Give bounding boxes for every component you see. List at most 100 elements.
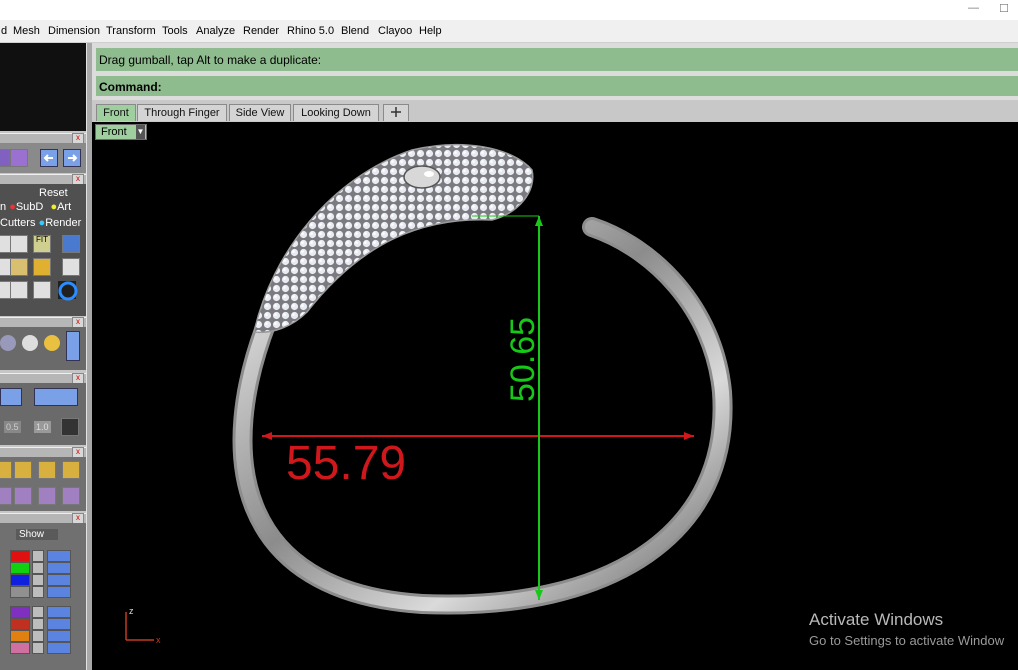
tool-button[interactable] — [62, 487, 80, 505]
layer-row[interactable] — [0, 618, 86, 630]
tool-button[interactable] — [38, 461, 56, 479]
menu-item-tools[interactable]: Tools — [162, 25, 188, 37]
tab-through-finger[interactable]: Through Finger — [137, 104, 227, 121]
maximize-button[interactable]: ☐ — [999, 2, 1009, 15]
bangle-model[interactable] — [232, 143, 733, 615]
width-dimension-label: 55.79 — [286, 437, 406, 490]
panel-toggle-button[interactable] — [66, 331, 80, 361]
tab-front[interactable]: Front — [96, 104, 136, 121]
layer-color-swatch[interactable] — [10, 574, 30, 586]
layer-row[interactable] — [0, 630, 86, 642]
layer-visibility-toggle[interactable] — [47, 574, 71, 586]
layer-visibility-toggle[interactable] — [47, 562, 71, 574]
layer-visibility-toggle[interactable] — [47, 586, 71, 598]
layer-color-swatch[interactable] — [10, 642, 30, 654]
layer-row[interactable] — [0, 586, 86, 598]
menu-bar: d Mesh Dimension Transform Tools Analyze… — [0, 20, 1018, 43]
tool-button[interactable] — [14, 487, 32, 505]
tool-button[interactable] — [38, 487, 56, 505]
filter-cutters[interactable]: Cutters — [0, 217, 35, 229]
menu-item-analyze[interactable]: Analyze — [196, 25, 235, 37]
gem-tool-button[interactable] — [0, 388, 22, 406]
material-sphere-icon[interactable] — [44, 335, 60, 351]
grid-button[interactable] — [61, 418, 79, 436]
layer-color-swatch[interactable] — [10, 550, 30, 562]
layer-color-swatch[interactable] — [10, 630, 30, 642]
filter-render[interactable]: Render — [45, 217, 81, 229]
tool-button[interactable] — [10, 258, 28, 276]
lock-icon[interactable] — [32, 606, 44, 618]
command-input[interactable] — [168, 79, 1008, 93]
lock-icon[interactable] — [32, 642, 44, 654]
value-field-b[interactable]: 1.0 — [34, 421, 51, 433]
tool-button[interactable] — [0, 461, 12, 479]
menu-item-transform[interactable]: Transform — [106, 25, 156, 37]
transform-panel — [0, 457, 86, 511]
tool-button[interactable] — [33, 281, 51, 299]
arrow-right-button[interactable] — [63, 149, 81, 167]
tool-button[interactable] — [33, 258, 51, 276]
layer-visibility-toggle[interactable] — [47, 550, 71, 562]
circle-tool-button[interactable] — [58, 281, 78, 301]
tab-side-view[interactable]: Side View — [229, 104, 291, 121]
fit-label: FIT — [36, 235, 48, 244]
layer-tool-button[interactable] — [0, 149, 10, 167]
lock-icon[interactable] — [32, 630, 44, 642]
layer-color-swatch[interactable] — [10, 606, 30, 618]
add-tab-button[interactable] — [383, 104, 409, 121]
filter-art[interactable]: Art — [57, 201, 71, 213]
menu-item-blend[interactable]: Blend — [341, 25, 369, 37]
tool-button[interactable] — [14, 461, 32, 479]
value-field-a[interactable]: 0.5 — [4, 421, 21, 433]
arrow-left-button[interactable] — [40, 149, 58, 167]
tool-button[interactable] — [10, 281, 28, 299]
layer-visibility-toggle[interactable] — [47, 630, 71, 642]
material-sphere-icon[interactable] — [22, 335, 38, 351]
layer-row[interactable] — [0, 574, 86, 586]
menu-item-rhino[interactable]: Rhino 5.0 — [287, 25, 334, 37]
gem-tool-button[interactable] — [34, 388, 78, 406]
minimize-button[interactable]: — — [968, 2, 979, 14]
lock-icon[interactable] — [32, 550, 44, 562]
lock-icon[interactable] — [32, 562, 44, 574]
viewport-front[interactable]: Front ▼ 55.79 50.65 z x — [92, 122, 1018, 670]
layer-visibility-toggle[interactable] — [47, 642, 71, 654]
lock-icon[interactable] — [32, 574, 44, 586]
nav-button-row — [0, 143, 86, 173]
tool-button[interactable] — [62, 461, 80, 479]
tool-button[interactable] — [62, 235, 80, 253]
fit-button[interactable]: FIT — [33, 235, 51, 253]
layer-row[interactable] — [0, 550, 86, 562]
command-line[interactable]: Command: — [96, 76, 1018, 96]
layer-color-swatch[interactable] — [10, 562, 30, 574]
menu-item-mesh[interactable]: Mesh — [13, 25, 40, 37]
tool-button[interactable] — [10, 235, 28, 253]
reset-button[interactable]: Reset — [39, 187, 68, 199]
lock-icon[interactable] — [32, 586, 44, 598]
tab-looking-down[interactable]: Looking Down — [293, 104, 379, 121]
tool-button[interactable] — [62, 258, 80, 276]
model-canvas[interactable]: 55.79 50.65 z x — [92, 122, 1018, 670]
tool-button[interactable] — [0, 487, 12, 505]
show-button[interactable]: Show — [16, 529, 59, 540]
dimension-height[interactable]: 50.65 — [472, 215, 543, 600]
filter-n[interactable]: n — [0, 201, 6, 213]
layer-color-swatch[interactable] — [10, 618, 30, 630]
layer-row[interactable] — [0, 642, 86, 654]
menu-item-clayoo[interactable]: Clayoo — [378, 25, 412, 37]
layer-row[interactable] — [0, 562, 86, 574]
cylinder-tool-button[interactable] — [10, 149, 28, 167]
menu-item-dimension[interactable]: Dimension — [48, 25, 100, 37]
menu-item-help[interactable]: Help — [419, 25, 442, 37]
axis-x-label: x — [156, 635, 161, 645]
lock-icon[interactable] — [32, 618, 44, 630]
menu-item-d[interactable]: d — [1, 25, 7, 37]
layer-color-swatch[interactable] — [10, 586, 30, 598]
filter-subd[interactable]: SubD — [16, 201, 44, 213]
dimension-width[interactable]: 55.79 — [262, 432, 694, 490]
layer-row[interactable] — [0, 606, 86, 618]
material-sphere-icon[interactable] — [0, 335, 16, 351]
layer-visibility-toggle[interactable] — [47, 618, 71, 630]
menu-item-render[interactable]: Render — [243, 25, 279, 37]
layer-visibility-toggle[interactable] — [47, 606, 71, 618]
